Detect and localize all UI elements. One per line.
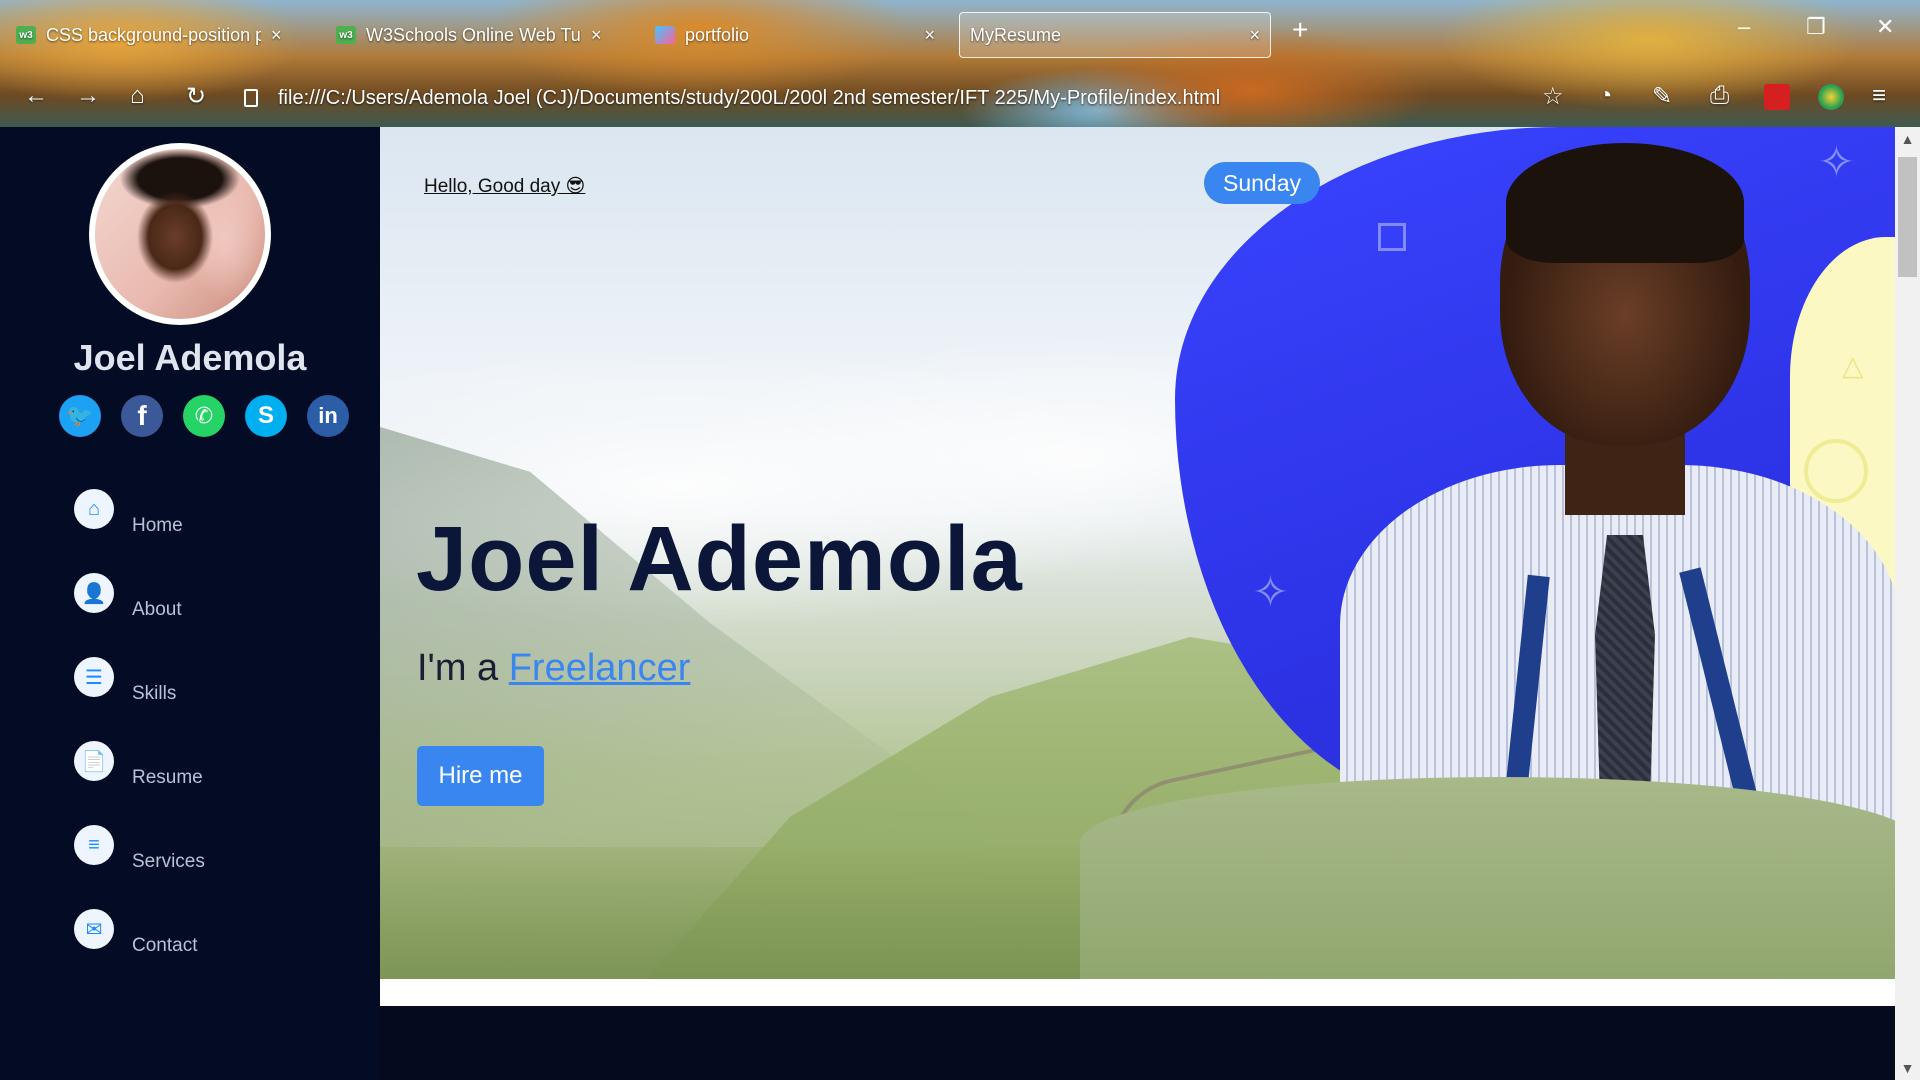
w3schools-favicon-icon: w3 xyxy=(16,26,36,44)
linkedin-icon[interactable]: in xyxy=(307,395,349,437)
list-icon: ☰ xyxy=(74,657,114,697)
tab-close-icon[interactable]: × xyxy=(924,25,935,46)
page-viewport: Joel Ademola 🐦 f ✆ S in ⌂ Home 👤 About ☰… xyxy=(0,127,1920,1080)
server-icon: ≡ xyxy=(74,825,114,865)
envelope-icon: ✉ xyxy=(74,909,114,949)
address-bar[interactable]: file:///C:/Users/Ademola Joel (CJ)/Docum… xyxy=(244,80,1534,116)
tab-portfolio[interactable]: portfolio × xyxy=(645,12,945,58)
forward-arrow-icon[interactable]: → xyxy=(76,82,100,110)
tab-title: MyResume xyxy=(970,24,1062,45)
scrollbar-thumb[interactable] xyxy=(1898,157,1917,277)
hero-section: △ △ ✧ ✧ Hello, Good day 😎 Sunday Joel Ad… xyxy=(380,127,1895,979)
hero-subtitle: I'm a Freelancer xyxy=(417,647,690,690)
bookmark-star-icon[interactable]: ☆ xyxy=(1542,82,1564,111)
w3schools-favicon-icon: w3 xyxy=(336,26,356,44)
page-info-icon[interactable] xyxy=(244,89,258,107)
sidebar-item-services[interactable]: ≡ Services xyxy=(74,825,334,909)
extensions-icon[interactable]: ✎ xyxy=(1652,82,1672,111)
sidebar-item-label: Services xyxy=(132,851,205,872)
facebook-icon[interactable]: f xyxy=(121,395,163,437)
sidebar-item-label: Skills xyxy=(132,683,177,704)
foreground-hill xyxy=(1080,777,1895,979)
navigation-bar: ← → ⌂ ↻ file:///C:/Users/Ademola Joel (C… xyxy=(0,72,1920,122)
home-icon[interactable]: ⌂ xyxy=(130,82,145,110)
social-links: 🐦 f ✆ S in xyxy=(59,395,349,437)
sidebar-item-resume[interactable]: 📄 Resume xyxy=(74,741,334,825)
sidebar-item-skills[interactable]: ☰ Skills xyxy=(74,657,334,741)
user-icon: 👤 xyxy=(74,573,114,613)
section-divider xyxy=(380,979,1895,1006)
tab-close-icon[interactable]: × xyxy=(1249,25,1260,46)
tab-myresume[interactable]: MyResume × xyxy=(959,12,1271,58)
sidebar-item-label: Contact xyxy=(132,935,198,956)
minimize-button[interactable]: – xyxy=(1738,14,1750,40)
menu-hamburger-icon[interactable]: ≡ xyxy=(1872,82,1886,110)
sidebar-item-label: About xyxy=(132,599,182,620)
sidebar: Joel Ademola 🐦 f ✆ S in ⌂ Home 👤 About ☰… xyxy=(0,127,380,1080)
home-icon: ⌂ xyxy=(74,489,114,529)
greeting-text: Hello, Good day 😎 xyxy=(424,176,586,197)
tab-bar: w3 CSS background-position pr × w3 W3Sch… xyxy=(0,12,1920,58)
twitter-icon[interactable]: 🐦 xyxy=(59,395,101,437)
tab-close-icon[interactable]: × xyxy=(271,25,282,46)
sidebar-name: Joel Ademola xyxy=(73,337,307,378)
close-window-button[interactable]: ✕ xyxy=(1876,14,1894,40)
pocket-icon[interactable]: ◔ xyxy=(1598,82,1613,110)
addon-icon[interactable] xyxy=(1764,84,1790,110)
url-text: file:///C:/Users/Ademola Joel (CJ)/Docum… xyxy=(278,86,1221,109)
sidebar-item-about[interactable]: 👤 About xyxy=(74,573,334,657)
reload-icon[interactable]: ↻ xyxy=(186,82,206,111)
scroll-up-icon[interactable]: ▲ xyxy=(1895,131,1920,147)
maximize-button[interactable]: ❐ xyxy=(1806,14,1826,40)
hero-title: Joel Ademola xyxy=(416,508,1023,610)
skype-icon[interactable]: S xyxy=(245,395,287,437)
scroll-down-icon[interactable]: ▼ xyxy=(1895,1060,1920,1076)
tab-title: CSS background-position pr xyxy=(46,24,261,45)
tab-w3schools[interactable]: w3 W3Schools Online Web Tuto × xyxy=(326,12,612,58)
tab-title: W3Schools Online Web Tuto xyxy=(366,24,581,45)
tab-close-icon[interactable]: × xyxy=(591,25,602,46)
browser-chrome: w3 CSS background-position pr × w3 W3Sch… xyxy=(0,0,1920,127)
print-icon[interactable]: ⎙ xyxy=(1710,82,1729,110)
whatsapp-icon[interactable]: ✆ xyxy=(183,395,225,437)
sidebar-item-label: Resume xyxy=(132,767,203,788)
portfolio-favicon-icon xyxy=(655,26,675,44)
back-arrow-icon[interactable]: ← xyxy=(24,82,48,110)
globe-addon-icon[interactable] xyxy=(1818,84,1844,110)
document-icon: 📄 xyxy=(74,741,114,781)
day-badge: Sunday xyxy=(1204,162,1320,204)
sidebar-menu: ⌂ Home 👤 About ☰ Skills 📄 Resume ≡ Servi… xyxy=(74,489,334,993)
role-prefix: I'm a xyxy=(417,647,509,689)
avatar xyxy=(89,143,271,325)
scrollbar[interactable]: ▲ ▼ xyxy=(1895,127,1920,1080)
tab-css-background[interactable]: w3 CSS background-position pr × xyxy=(6,12,292,58)
tab-title: portfolio xyxy=(685,24,750,45)
sidebar-item-label: Home xyxy=(132,515,183,536)
hire-me-button[interactable]: Hire me xyxy=(417,746,544,806)
role-link[interactable]: Freelancer xyxy=(509,647,691,689)
photo-hair xyxy=(1506,143,1744,263)
new-tab-button[interactable]: + xyxy=(1292,14,1308,46)
sidebar-item-contact[interactable]: ✉ Contact xyxy=(74,909,334,993)
sidebar-item-home[interactable]: ⌂ Home xyxy=(74,489,334,573)
